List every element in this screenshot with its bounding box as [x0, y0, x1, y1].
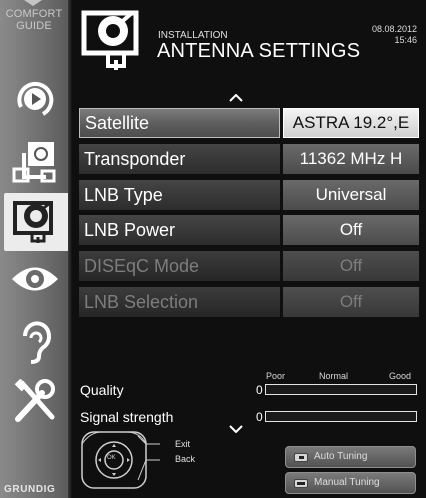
quality-value: 0 [256, 383, 263, 397]
sidebar-item-settings[interactable] [6, 372, 64, 430]
ok-key-label: OK [107, 455, 116, 461]
comfort-guide-button[interactable]: COMFORT GUIDE [0, 2, 68, 32]
satellite-value[interactable]: ASTRA 19.2°,E [283, 108, 419, 138]
lnb-type-label: LNB Type [79, 180, 280, 210]
quality-label: Quality [80, 382, 124, 398]
lnb-selection-value: Off [283, 287, 419, 317]
date: 08.08.2012 [371, 24, 417, 34]
auto-tuning-button[interactable]: Auto Tuning [285, 446, 416, 468]
menu-row-lnb-type[interactable]: LNB Type Universal [79, 180, 419, 210]
sidebar-item-sound[interactable] [6, 312, 64, 370]
diseqc-mode-label: DISEqC Mode [79, 251, 280, 281]
signal-strength-bar [265, 411, 417, 422]
menu-row-transponder[interactable]: Transponder 11362 MHz H [79, 144, 419, 174]
scale-poor: Poor [266, 371, 286, 381]
brand-logo: GRUNDIG [4, 484, 56, 495]
guide-label-line2: GUIDE [16, 20, 52, 32]
screen: COMFORT GUIDE GRUNDIG INSTALLATION ANTEN… [0, 0, 426, 498]
sidebar-item-picture[interactable] [6, 250, 64, 308]
back-hint: Back [175, 454, 196, 464]
lnb-type-value[interactable]: Universal [283, 180, 419, 210]
ear-icon [23, 321, 51, 364]
scroll-down-icon[interactable] [229, 425, 243, 433]
signal-strength-label: Signal strength [80, 409, 174, 425]
antenna-settings-icon [81, 10, 139, 70]
remote-navigation-icon [81, 431, 160, 489]
manual-tuning-label: Manual Tuning [314, 477, 380, 488]
lnb-power-value[interactable]: Off [283, 215, 419, 245]
auto-tuning-label: Auto Tuning [314, 451, 368, 462]
sidebar-item-installation[interactable] [4, 193, 70, 251]
satellite-label: Satellite [79, 108, 280, 138]
sources-icon [12, 142, 56, 183]
menu-row-diseqc-mode: DISEqC Mode Off [79, 251, 419, 281]
lnb-power-label: LNB Power [79, 215, 280, 245]
quality-bar [265, 384, 417, 395]
manual-tuning-button[interactable]: Manual Tuning [285, 472, 416, 494]
scroll-up-icon[interactable] [229, 94, 243, 102]
diseqc-mode-value: Off [283, 251, 419, 281]
menu-row-lnb-power[interactable]: LNB Power Off [79, 215, 419, 245]
sidebar-item-playback[interactable] [6, 70, 64, 128]
sidebar: COMFORT GUIDE GRUNDIG [0, 0, 70, 498]
menu-row-satellite[interactable]: Satellite ASTRA 19.2°,E [79, 108, 419, 138]
date-time: 08.08.2012 15:46 [372, 24, 417, 46]
guide-label-line1: COMFORT [5, 8, 63, 20]
sidebar-item-sources[interactable] [6, 133, 64, 191]
satellite-dish-icon [13, 201, 53, 243]
menu-row-lnb-selection: LNB Selection Off [79, 287, 419, 317]
red-key-icon [294, 453, 308, 462]
scale-good: Good [389, 371, 412, 381]
time: 15:46 [394, 35, 417, 45]
transponder-label: Transponder [79, 144, 280, 174]
exit-hint: Exit [175, 439, 191, 449]
page-title: ANTENNA SETTINGS [157, 40, 361, 62]
eye-icon [12, 267, 58, 291]
lnb-selection-label: LNB Selection [79, 287, 280, 317]
tools-icon [14, 379, 55, 422]
signal-strength-value: 0 [256, 410, 263, 424]
scale-normal: Normal [319, 371, 349, 381]
transponder-value[interactable]: 11362 MHz H [283, 144, 419, 174]
green-key-icon [294, 479, 308, 488]
playback-icon [17, 81, 54, 116]
sidebar-divider [68, 0, 72, 498]
